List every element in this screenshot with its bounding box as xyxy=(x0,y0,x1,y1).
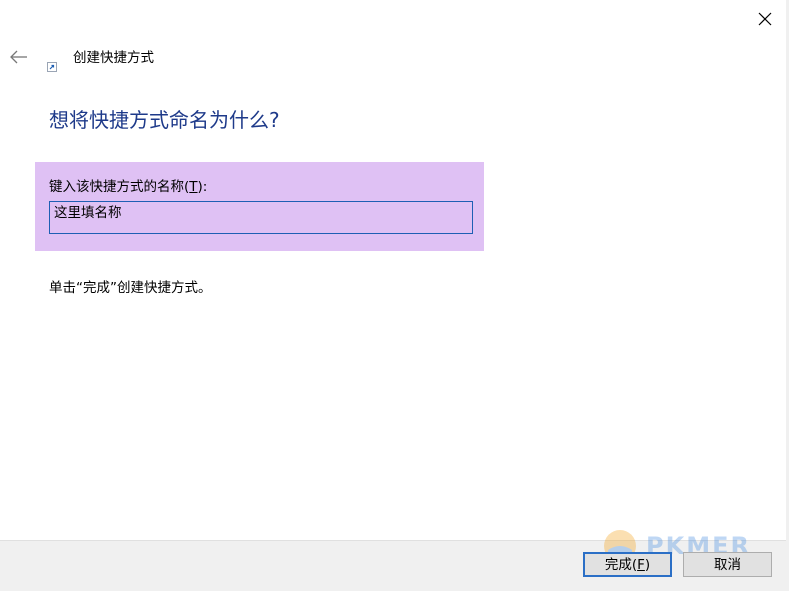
close-button[interactable] xyxy=(752,6,778,32)
window-title: 创建快捷方式 xyxy=(73,50,154,66)
finish-instruction: 单击“完成”创建快捷方式。 xyxy=(49,280,212,296)
close-icon xyxy=(758,12,772,26)
create-shortcut-dialog: 创建快捷方式 想将快捷方式命名为什么? 键入该快捷方式的名称(T): 这里填名称… xyxy=(0,0,789,591)
back-arrow-icon xyxy=(10,50,27,64)
finish-button[interactable]: 完成(F) xyxy=(583,552,672,577)
back-button[interactable] xyxy=(8,47,30,67)
shortcut-name-input[interactable] xyxy=(49,201,473,234)
page-heading: 想将快捷方式命名为什么? xyxy=(49,108,280,132)
cancel-button[interactable]: 取消 xyxy=(683,552,772,577)
shortcut-icon xyxy=(47,57,57,72)
name-field-label: 键入该快捷方式的名称(T): xyxy=(49,179,208,195)
